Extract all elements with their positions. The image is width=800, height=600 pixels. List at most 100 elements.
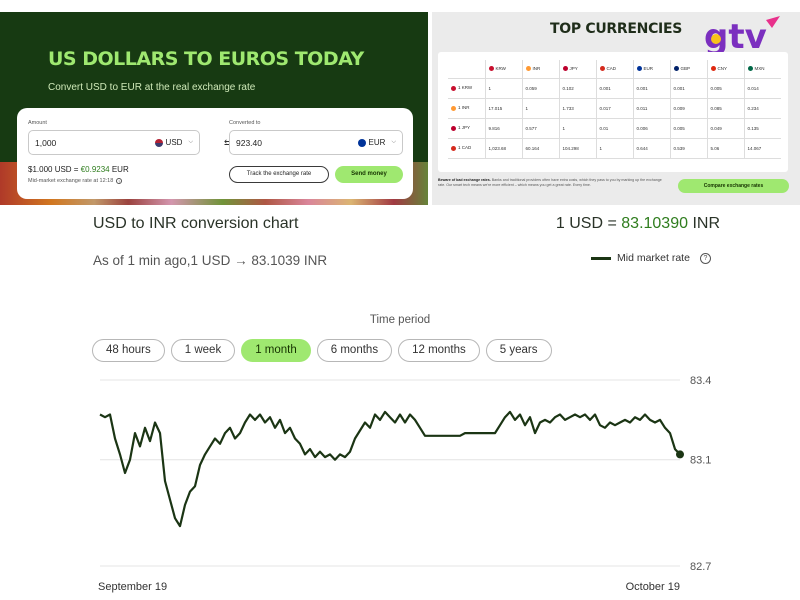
rate-cell: 1.733: [559, 98, 597, 119]
jpy-flag-icon: [451, 125, 456, 131]
amount-field[interactable]: 1,000 USD ⌵: [28, 130, 200, 155]
rate-cell: 1: [559, 118, 597, 139]
cell-text: 0.577: [525, 125, 537, 131]
cny-flag-icon: [710, 66, 716, 72]
converted-value: 923.40: [236, 138, 262, 148]
cell-text: 0.049: [710, 125, 722, 131]
rate-cell: 1: [522, 98, 560, 119]
rate-cell: 0.006: [633, 118, 671, 139]
cell-text: 17.015: [488, 105, 503, 111]
period-button-12-months[interactable]: 12 months: [398, 339, 480, 362]
row-header-cell: 1 CAD: [448, 138, 486, 159]
inr-flag-icon: [525, 66, 531, 72]
rate-cell: 0.014: [744, 78, 781, 99]
cell-text: 0.01: [599, 125, 609, 131]
cell-text: 1 KRW: [458, 85, 473, 91]
track-rate-button[interactable]: Track the exchange rate: [229, 166, 329, 183]
compare-rates-button[interactable]: Compare exchange rates: [678, 179, 789, 193]
send-money-button[interactable]: Send money: [335, 166, 403, 183]
jpy-flag-icon: [562, 66, 568, 72]
cell-text: 1 JPY: [458, 125, 471, 131]
help-icon[interactable]: ?: [116, 178, 123, 184]
chart-legend: Mid market rate ?: [591, 252, 711, 264]
y-tick-label: 83.1: [690, 455, 711, 467]
cell-text: 0.102: [562, 85, 574, 91]
rate-cell: 0.005: [670, 118, 708, 139]
cell-text: 0.234: [747, 105, 759, 111]
amount-label: Amount: [28, 120, 47, 126]
converter-subtitle: Convert USD to EUR at the real exchange …: [48, 82, 256, 93]
rate-cell: 0.049: [707, 118, 745, 139]
cell-text: 60.164: [525, 145, 540, 151]
cell-text: 0.085: [710, 105, 722, 111]
table-row: 1 CAD 1,023.68 60.164 104.298 1 0.644 0.539 5.0…: [448, 138, 781, 159]
cad-flag-icon: [599, 66, 605, 72]
currency-header-jpy: JPY: [559, 60, 597, 79]
headline-rate: 1 USD = 83.10390 INR: [556, 215, 720, 233]
cell-text: 1.733: [562, 105, 574, 111]
cell-text: 1 INR: [458, 105, 470, 111]
rate-cell: 0.01: [596, 118, 634, 139]
converter-card: Amount 1,000 USD ⌵ ⇆ Converted to 923.40…: [17, 108, 413, 199]
period-button-1-week[interactable]: 1 week: [170, 339, 236, 362]
rate-cell: 0.577: [522, 118, 560, 139]
cell-text: 0.017: [599, 105, 611, 111]
row-header-cell: 1 JPY: [448, 118, 486, 139]
cell-text: 0.014: [747, 85, 759, 91]
rate-cell: 0.017: [596, 98, 634, 119]
rate-cell: 0.059: [522, 78, 560, 99]
krw-flag-icon: [451, 85, 456, 91]
table-row: 1 JPY 9.816 0.577 1 0.01 0.006 0.005 0.049 0.135: [448, 118, 781, 139]
cell-text: 1: [599, 145, 603, 151]
rate-note-text: Mid-market exchange rate at 12:18: [28, 178, 114, 184]
rate-cell: 0.001: [633, 78, 671, 99]
us-flag-icon: [154, 138, 163, 147]
period-button-1-month[interactable]: 1 month: [241, 339, 311, 362]
screenshot-root: US DOLLARS TO EUROS TODAY Convert USD to…: [0, 0, 800, 600]
period-button-48-hours[interactable]: 48 hours: [92, 339, 165, 362]
corner-cell: [448, 60, 486, 79]
cell-text: 1: [488, 85, 492, 91]
table-row: 1 INR 17.015 1 1.733 0.017 0.011 0.009 0.085 0.2…: [448, 98, 781, 119]
x-start-label: September 19: [98, 581, 167, 593]
converted-field[interactable]: 923.40 EUR ⌵: [229, 130, 403, 155]
mxn-flag-icon: [747, 66, 753, 72]
rate-cell: 104.298: [559, 138, 597, 159]
from-currency-select[interactable]: USD ⌵: [154, 138, 193, 147]
converted-label: Converted to: [229, 120, 261, 126]
currency-header-gbp: GBP: [670, 60, 708, 79]
header-text: CAD: [606, 66, 617, 72]
row-header-cell: 1 INR: [448, 98, 486, 119]
help-icon[interactable]: ?: [699, 252, 711, 264]
currency-header-cny: CNY: [707, 60, 745, 79]
cell-text: 0.006: [636, 125, 648, 131]
rate-cell: 60.164: [522, 138, 560, 159]
usd-inr-line-chart[interactable]: 83.4 83.1 82.7 September 19 October 19: [0, 370, 800, 600]
currencies-table: KRW INR JPY CAD EUR GBP CNY MXN 1 KRW 1 0.059 0.10…: [448, 60, 781, 159]
currencies-header-row: KRW INR JPY CAD EUR GBP CNY MXN: [448, 60, 781, 79]
warning-bold: Beware of bad exchange rates.: [438, 178, 491, 182]
cell-text: 9.816: [488, 125, 500, 131]
period-button-5-years[interactable]: 5 years: [485, 339, 552, 362]
header-text: GBP: [680, 66, 691, 72]
period-button-6-months[interactable]: 6 months: [316, 339, 393, 362]
header-text: INR: [532, 66, 541, 72]
top-currencies-panel: TOP CURRENCIES gtv KRW INR JPY CAD EUR GBP CNY…: [432, 12, 800, 205]
rate-cell: 0.644: [633, 138, 671, 159]
rate-cell: 9.816: [485, 118, 523, 139]
headline-rate-prefix: 1 USD =: [555, 215, 622, 232]
rate-value: €0.9234: [80, 165, 110, 174]
series-line: [99, 410, 681, 528]
cell-text: 0.001: [673, 85, 685, 91]
rate-line: $1.000 USD = €0.9234 EUR: [28, 165, 129, 174]
top-currencies-title: TOP CURRENCIES: [550, 21, 682, 37]
rate-cell: 0.005: [707, 78, 745, 99]
to-currency-select[interactable]: EUR ⌵: [357, 138, 396, 147]
gbp-flag-icon: [673, 66, 679, 72]
legend-label: Mid market rate: [617, 252, 690, 264]
rate-cell: 0.135: [744, 118, 781, 139]
header-text: MXN: [754, 66, 765, 72]
cell-text: 14.067: [747, 145, 762, 151]
eu-flag-icon: [357, 138, 366, 147]
cell-text: 1: [562, 125, 566, 131]
